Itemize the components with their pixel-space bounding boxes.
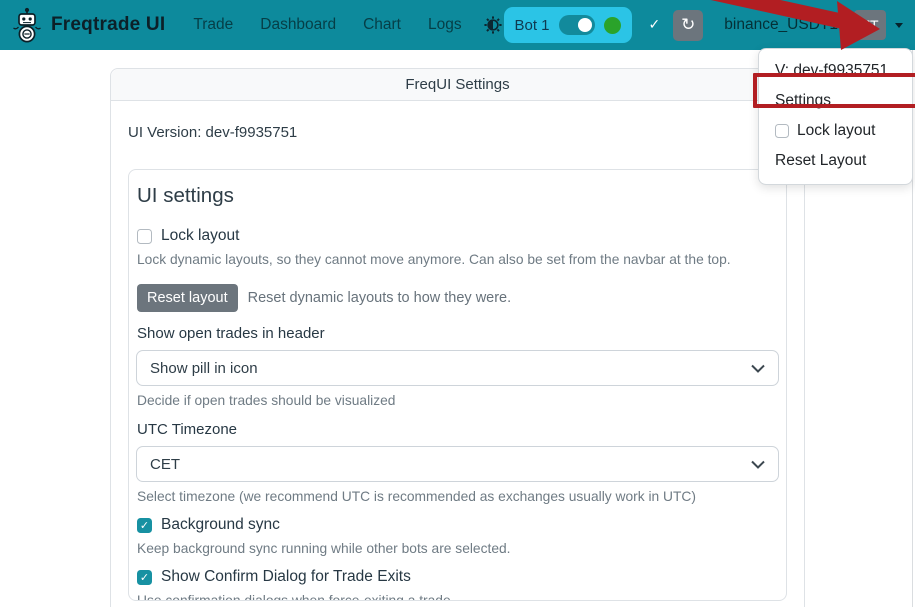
open-trades-select[interactable]: Show pill in icon [136, 350, 779, 386]
bot-selector-pill[interactable]: Bot 1 [504, 7, 632, 43]
reset-layout-help: Reset dynamic layouts to how they were. [248, 290, 512, 306]
menu-item-lock-layout-label: Lock layout [797, 120, 875, 141]
nav-link-logs[interactable]: Logs [428, 16, 462, 34]
freqtrade-robot-logo-icon [12, 7, 42, 43]
theme-toggle-icon[interactable] [484, 16, 502, 34]
chevron-down-icon[interactable] [895, 23, 903, 28]
ui-settings-box: UI settings Lock layout Lock dynamic lay… [128, 169, 787, 601]
user-dropdown-menu: V: dev-f9935751 Settings Lock layout Res… [758, 48, 913, 185]
bot-name: Bot 1 [515, 17, 550, 34]
reload-button[interactable] [673, 10, 703, 41]
background-sync-row: Background sync [137, 516, 778, 534]
nav-links: Trade Dashboard Chart Logs [193, 16, 461, 34]
background-sync-help: Keep background sync running while other… [137, 541, 778, 556]
background-sync-label[interactable]: Background sync [161, 516, 280, 534]
navbar-right-cluster: Bot 1 binance_USDT1 FT [504, 7, 904, 43]
brand-title: Freqtrade UI [51, 14, 165, 36]
section-heading: UI settings [137, 184, 778, 208]
ui-version-text: UI Version: dev-f9935751 [128, 124, 787, 141]
timezone-help: Select timezone (we recommend UTC is rec… [137, 489, 778, 504]
open-trades-label: Show open trades in header [137, 325, 778, 342]
open-trades-help: Decide if open trades should be visualiz… [137, 393, 778, 408]
user-menu-button[interactable]: FT [854, 10, 886, 40]
brand[interactable]: Freqtrade UI [12, 7, 165, 43]
nav-link-dashboard[interactable]: Dashboard [260, 16, 336, 34]
card-title: FreqUI Settings [111, 69, 804, 101]
settings-card: FreqUI Settings UI Version: dev-f9935751… [110, 68, 805, 607]
reset-layout-button[interactable]: Reset layout [137, 284, 238, 312]
nav-link-chart[interactable]: Chart [363, 16, 401, 34]
lock-layout-help: Lock dynamic layouts, so they cannot mov… [137, 252, 778, 267]
toggle-knob [578, 18, 592, 32]
open-trades-selected-value: Show pill in icon [150, 360, 258, 377]
check-icon [649, 17, 661, 33]
lock-layout-row: Lock layout [137, 227, 778, 245]
top-navbar: Freqtrade UI Trade Dashboard Chart Logs [0, 0, 915, 50]
freqtrade-ui-screen: Freqtrade UI Trade Dashboard Chart Logs [0, 0, 915, 607]
background-sync-checkbox[interactable] [137, 518, 152, 533]
menu-item-reset-layout[interactable]: Reset Layout [759, 147, 912, 174]
timezone-selected-value: CET [150, 456, 180, 473]
lock-layout-label[interactable]: Lock layout [161, 227, 239, 245]
bot-online-status-dot [604, 17, 621, 34]
timezone-label: UTC Timezone [137, 421, 778, 438]
chevron-down-icon [751, 364, 765, 373]
bot-enable-toggle[interactable] [559, 15, 595, 35]
timezone-select[interactable]: CET [136, 446, 779, 482]
lock-layout-menu-checkbox[interactable] [775, 124, 789, 138]
confirm-dialog-row: Show Confirm Dialog for Trade Exits [137, 568, 778, 586]
menu-item-lock-layout[interactable]: Lock layout [759, 117, 912, 144]
confirm-dialog-label[interactable]: Show Confirm Dialog for Trade Exits [161, 568, 411, 586]
nav-link-trade[interactable]: Trade [193, 16, 233, 34]
card-body: UI Version: dev-f9935751 UI settings Loc… [111, 101, 804, 601]
logged-in-account: binance_USDT1 [724, 16, 838, 34]
annotation-highlight-rect [753, 73, 915, 108]
confirm-dialog-checkbox[interactable] [137, 570, 152, 585]
lock-layout-checkbox[interactable] [137, 229, 152, 244]
reset-layout-row: Reset layout Reset dynamic layouts to ho… [137, 284, 778, 312]
chevron-down-icon [751, 460, 765, 469]
confirm-dialog-help: Use confirmation dialogs when force-exit… [137, 593, 778, 601]
